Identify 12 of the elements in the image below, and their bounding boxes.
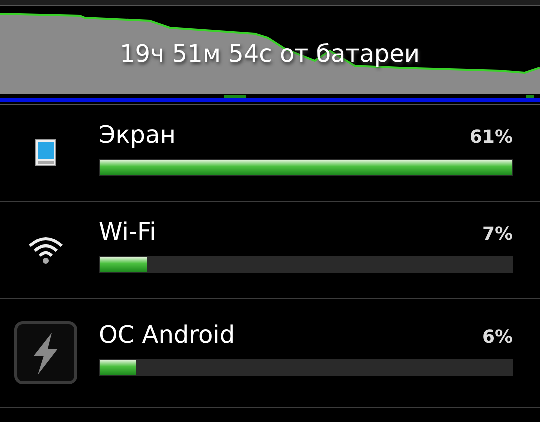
usage-row[interactable]: Экран 61% xyxy=(0,105,540,202)
wifi-icon xyxy=(26,235,64,265)
usage-row[interactable]: Wi-Fi 7% xyxy=(0,202,540,299)
usage-label: Wi-Fi xyxy=(99,218,156,246)
usage-percent: 7% xyxy=(482,224,513,245)
usage-row[interactable]: ОС Android 6% xyxy=(0,299,540,408)
usage-label: ОС Android xyxy=(99,321,236,349)
lightning-icon xyxy=(14,321,78,385)
tablet-icon xyxy=(34,139,56,167)
usage-percent: 61% xyxy=(470,127,513,148)
usage-percent: 6% xyxy=(482,327,513,348)
usage-label: Экран xyxy=(99,121,176,149)
